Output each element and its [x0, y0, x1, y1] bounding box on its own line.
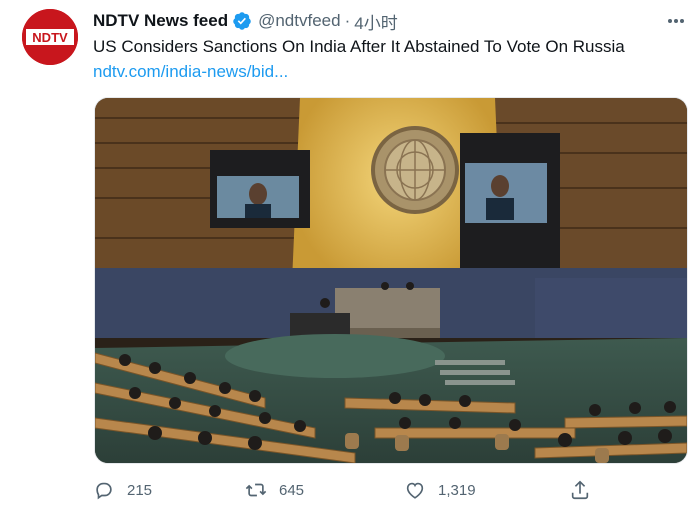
separator-dot: · — [344, 11, 351, 30]
tweet-text: US Considers Sanctions On India After It… — [93, 37, 625, 56]
tweet[interactable]: NDTV NDTV News feed @ndtvfeed · 4小时 US C… — [0, 0, 700, 514]
reply-icon — [96, 482, 112, 500]
reply-button[interactable]: 215 — [93, 478, 152, 502]
retweet-icon — [245, 483, 267, 497]
like-button[interactable]: 1,319 — [404, 478, 476, 502]
share-button[interactable] — [569, 478, 591, 502]
share-icon — [571, 480, 589, 500]
tweet-actions: 215 645 1,319 — [93, 478, 693, 502]
like-count: 1,319 — [438, 481, 476, 499]
reply-count: 215 — [127, 481, 153, 499]
tweet-header: NDTV News feed @ndtvfeed · 4小时 — [93, 9, 398, 33]
retweet-button[interactable]: 645 — [245, 478, 304, 502]
svg-text:NDTV: NDTV — [32, 30, 68, 45]
more-horizontal-icon[interactable] — [662, 11, 690, 31]
un-assembly-photo — [95, 98, 687, 463]
verified-badge-icon — [233, 12, 251, 30]
ndtv-logo: NDTV — [22, 9, 78, 65]
retweet-count: 645 — [279, 481, 305, 499]
tweet-link[interactable]: ndtv.com/india-news/bid... — [93, 61, 288, 82]
avatar[interactable]: NDTV — [22, 9, 78, 65]
tweet-media-photo[interactable] — [94, 97, 688, 464]
heart-icon — [406, 482, 424, 499]
timestamp[interactable]: 4小时 — [354, 9, 397, 34]
author-name[interactable]: NDTV News feed — [93, 11, 228, 31]
author-handle[interactable]: @ndtvfeed — [258, 11, 340, 31]
